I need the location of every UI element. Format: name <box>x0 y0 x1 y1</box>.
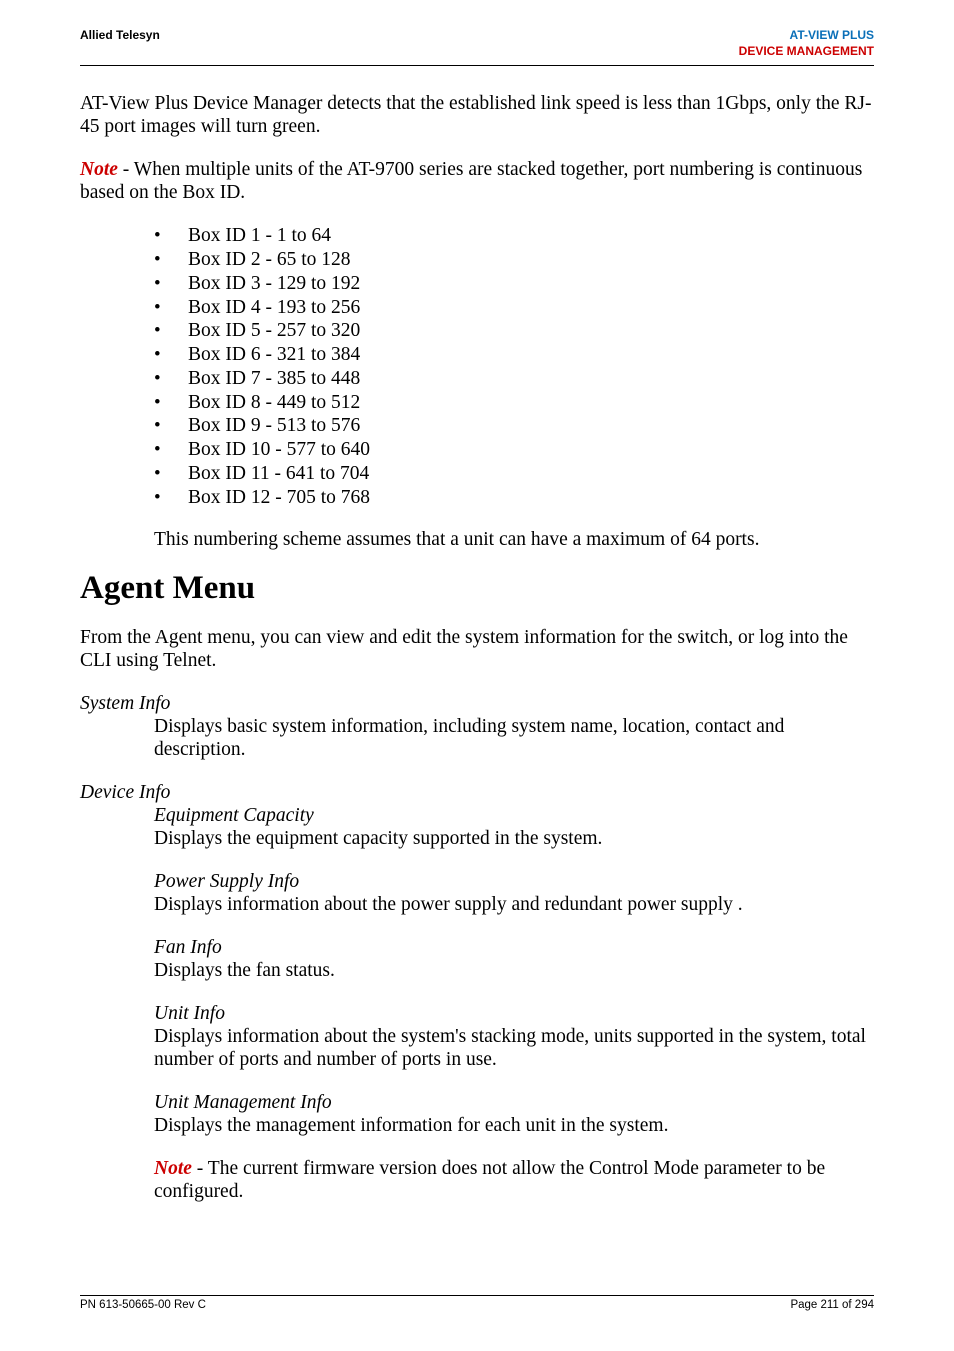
agent-menu-heading: Agent Menu <box>80 569 874 608</box>
mgmt-desc: Displays the management information for … <box>154 1114 874 1137</box>
note-1: Note - When multiple units of the AT-970… <box>80 158 874 204</box>
page-footer: PN 613-50665-00 Rev C Page 211 of 294 <box>80 1295 874 1311</box>
header-right: AT-VIEW PLUS DEVICE MANAGEMENT <box>739 28 874 59</box>
system-info-desc: Displays basic system information, inclu… <box>154 716 784 760</box>
header-divider <box>80 65 874 66</box>
list-item: Box ID 1 - 1 to 64 <box>154 224 874 248</box>
mgmt-title: Unit Management Info <box>154 1091 874 1114</box>
agent-intro: From the Agent menu, you can view and ed… <box>80 626 874 672</box>
mgmt-block: Unit Management Info Displays the manage… <box>154 1091 874 1137</box>
equipment-title: Equipment Capacity <box>154 804 874 827</box>
power-title: Power Supply Info <box>154 870 874 893</box>
unit-title: Unit Info <box>154 1002 874 1025</box>
system-info-title: System Info <box>80 692 874 715</box>
note-2-label: Note <box>154 1158 192 1179</box>
power-block: Power Supply Info Displays information a… <box>154 870 874 916</box>
numbering-note: This numbering scheme assumes that a uni… <box>154 528 874 551</box>
list-item: Box ID 4 - 193 to 256 <box>154 296 874 320</box>
intro-paragraph: AT-View Plus Device Manager detects that… <box>80 92 874 138</box>
footer-right: Page 211 of 294 <box>790 1299 874 1311</box>
fan-block: Fan Info Displays the fan status. <box>154 936 874 982</box>
equipment-desc: Displays the equipment capacity supporte… <box>154 827 874 850</box>
list-item: Box ID 11 - 641 to 704 <box>154 462 874 486</box>
device-info-title: Device Info <box>80 781 874 804</box>
page-header: Allied Telesyn AT-VIEW PLUS DEVICE MANAG… <box>80 28 874 63</box>
list-item: Box ID 3 - 129 to 192 <box>154 272 874 296</box>
list-item: Box ID 7 - 385 to 448 <box>154 367 874 391</box>
fan-title: Fan Info <box>154 936 874 959</box>
note-2-block: Note - The current firmware version does… <box>154 1157 874 1203</box>
header-brand: AT-VIEW PLUS <box>739 28 874 44</box>
list-item: Box ID 2 - 65 to 128 <box>154 248 874 272</box>
power-desc: Displays information about the power sup… <box>154 893 874 916</box>
list-item: Box ID 12 - 705 to 768 <box>154 486 874 510</box>
box-id-list: Box ID 1 - 1 to 64 Box ID 2 - 65 to 128 … <box>80 224 874 509</box>
list-item: Box ID 10 - 577 to 640 <box>154 438 874 462</box>
list-item: Box ID 5 - 257 to 320 <box>154 319 874 343</box>
note-label: Note <box>80 159 118 180</box>
body-content: AT-View Plus Device Manager detects that… <box>80 92 874 1202</box>
list-item: Box ID 9 - 513 to 576 <box>154 414 874 438</box>
fan-desc: Displays the fan status. <box>154 959 874 982</box>
unit-block: Unit Info Displays information about the… <box>154 1002 874 1071</box>
page-container: Allied Telesyn AT-VIEW PLUS DEVICE MANAG… <box>0 0 954 1351</box>
equipment-block: Equipment Capacity Displays the equipmen… <box>154 804 874 850</box>
footer-left: PN 613-50665-00 Rev C <box>80 1299 206 1311</box>
unit-desc: Displays information about the system's … <box>154 1025 874 1071</box>
note-2-text: - The current firmware version does not … <box>154 1158 825 1202</box>
list-item: Box ID 6 - 321 to 384 <box>154 343 874 367</box>
header-section: DEVICE MANAGEMENT <box>739 44 874 60</box>
header-left: Allied Telesyn <box>80 28 160 42</box>
system-info-block: Displays basic system information, inclu… <box>154 715 874 761</box>
note-text: - When multiple units of the AT-9700 ser… <box>80 159 862 203</box>
list-item: Box ID 8 - 449 to 512 <box>154 391 874 415</box>
